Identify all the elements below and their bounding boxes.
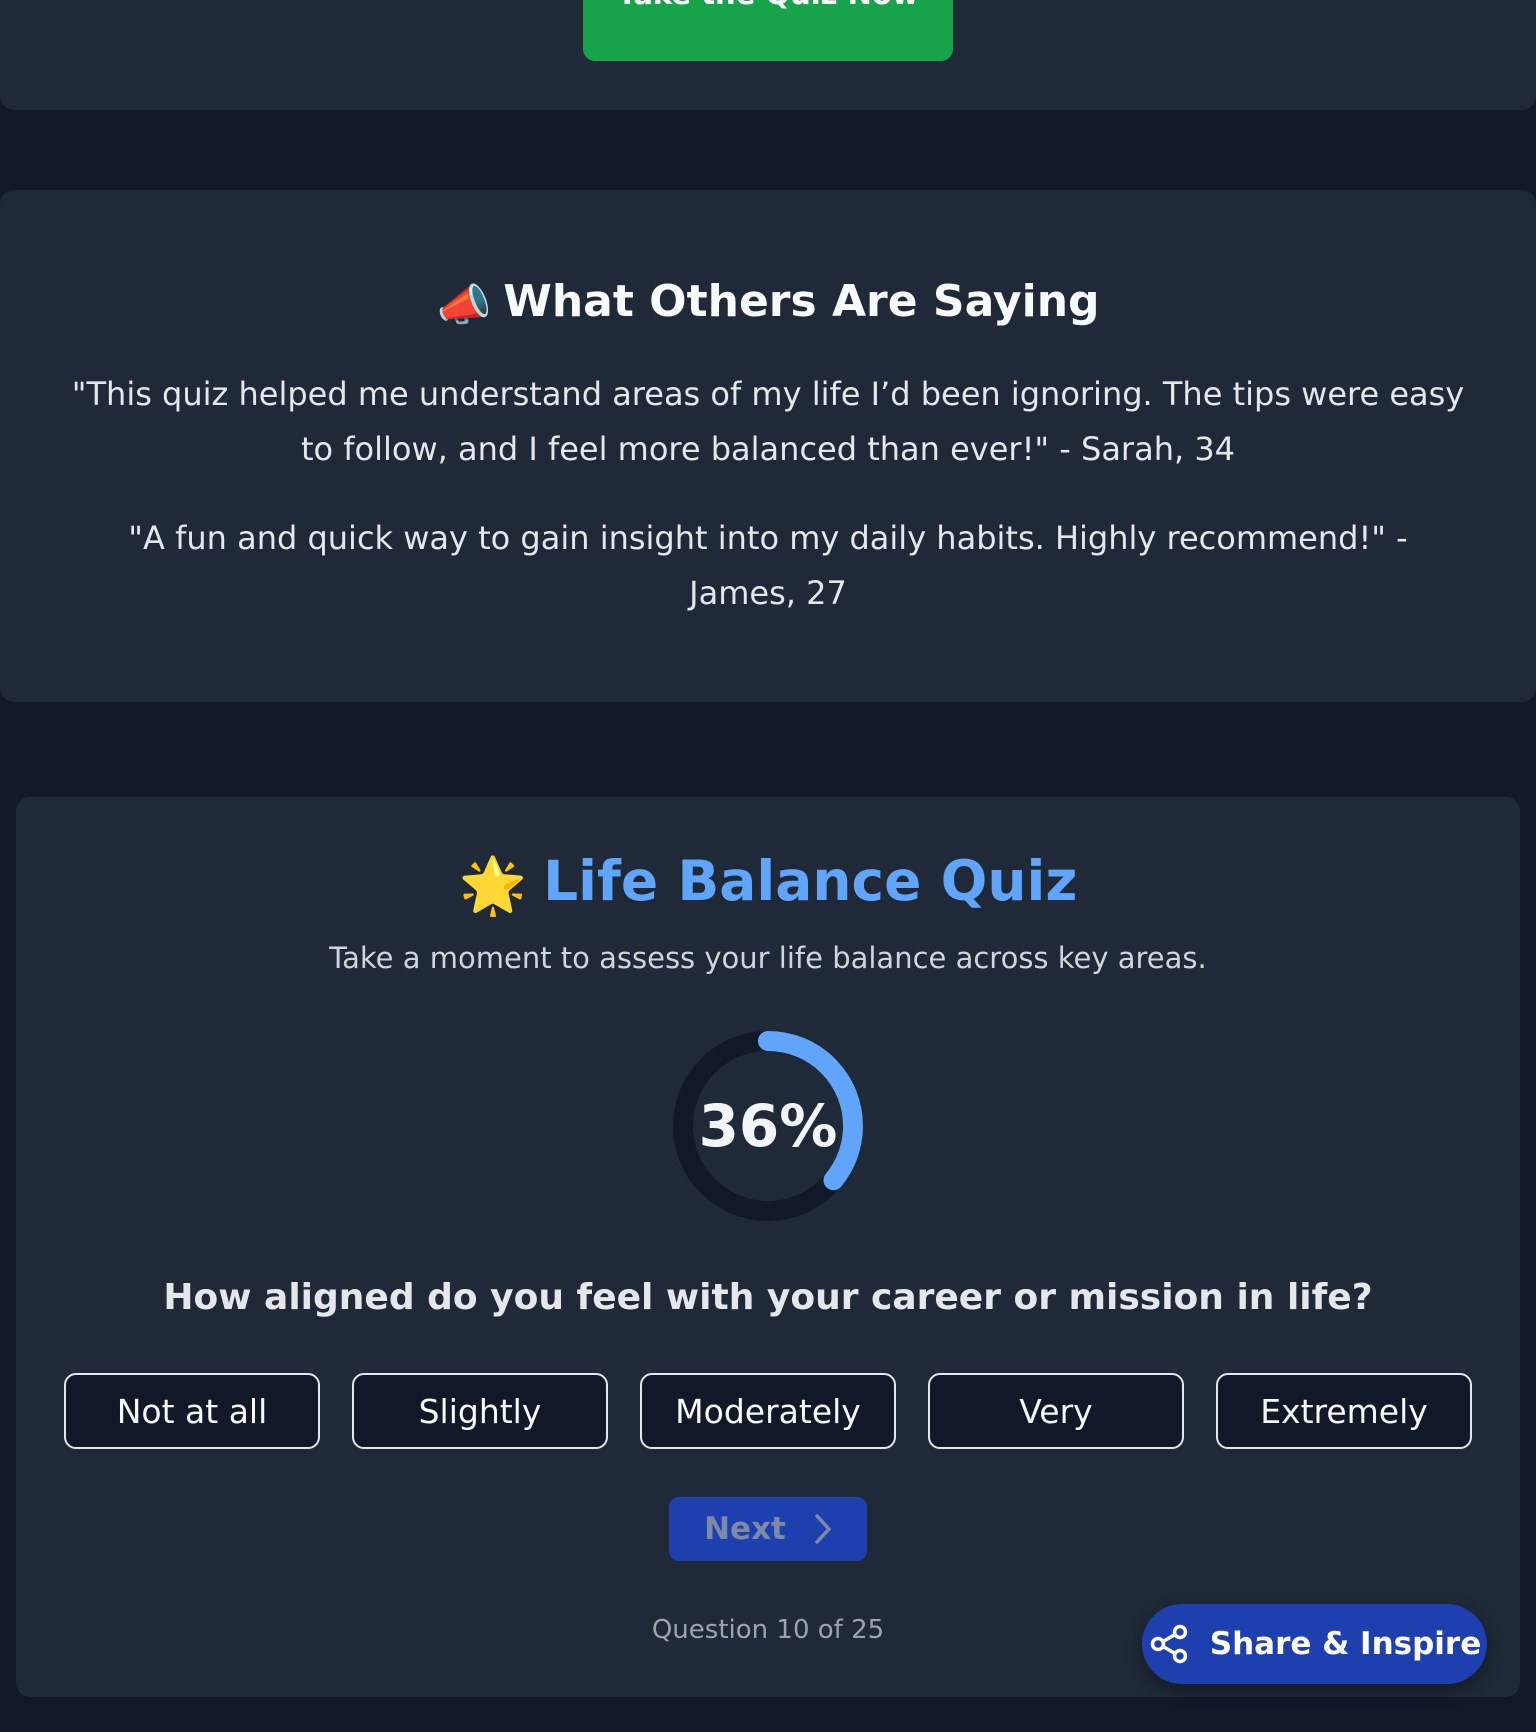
take-quiz-button[interactable]: Take the Quiz Now <box>583 0 953 61</box>
glowing-star-icon: 🌟 <box>458 853 528 917</box>
answer-option-not-at-all[interactable]: Not at all <box>64 1373 320 1449</box>
answer-option-very[interactable]: Very <box>928 1373 1184 1449</box>
testimonial-quote: "A fun and quick way to gain insight int… <box>128 519 1408 612</box>
testimonial-quote: "This quiz helped me understand areas of… <box>71 375 1465 468</box>
megaphone-icon: 📣 <box>436 280 492 331</box>
next-button-label: Next <box>704 1511 786 1547</box>
chevron-right-icon <box>815 1514 831 1544</box>
next-button[interactable]: Next <box>669 1497 867 1561</box>
question-text: How aligned do you feel with your career… <box>163 1277 1373 1318</box>
quiz-subtitle: Take a moment to assess your life balanc… <box>329 941 1207 975</box>
testimonials-heading-text: What Others Are Saying <box>503 276 1100 327</box>
share-inspire-label: Share & Inspire <box>1209 1626 1482 1662</box>
share-icon <box>1150 1624 1188 1664</box>
quiz-card <box>16 797 1520 1697</box>
quiz-title-text: Life Balance Quiz <box>543 849 1078 913</box>
answer-option-slightly[interactable]: Slightly <box>352 1373 608 1449</box>
testimonials-heading: 📣 What Others Are Saying <box>0 274 1536 334</box>
quiz-title: 🌟 Life Balance Quiz <box>0 846 1536 920</box>
answer-option-moderately[interactable]: Moderately <box>640 1373 896 1449</box>
answer-option-extremely[interactable]: Extremely <box>1216 1373 1472 1449</box>
share-inspire-button[interactable]: Share & Inspire <box>1142 1604 1487 1684</box>
progress-percent: 36% <box>698 1092 838 1160</box>
